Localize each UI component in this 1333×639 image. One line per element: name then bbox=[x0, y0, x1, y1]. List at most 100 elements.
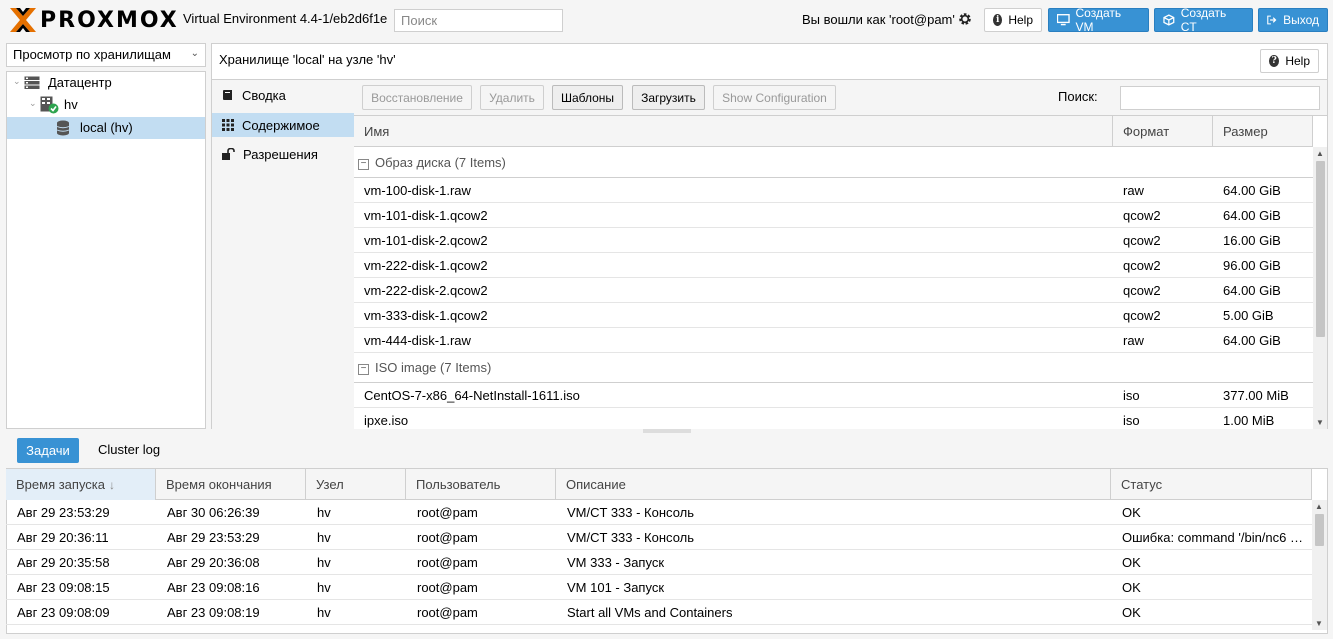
scroll-down-icon[interactable]: ▼ bbox=[1316, 418, 1324, 427]
cell-description: Start all VMs and Containers bbox=[567, 605, 733, 620]
tree-expander-icon[interactable]: ⌄ bbox=[13, 76, 21, 87]
show-configuration-button[interactable]: Show Configuration bbox=[713, 85, 836, 110]
table-row[interactable]: CentOS-7-x86_64-NetInstall-1611.iso iso … bbox=[354, 383, 1313, 408]
scroll-down-icon[interactable]: ▼ bbox=[1315, 619, 1323, 628]
logout-label: Выход bbox=[1283, 13, 1319, 27]
cell-name: vm-100-disk-1.raw bbox=[364, 183, 471, 198]
tree-item-label: Датацентр bbox=[48, 75, 112, 90]
column-name[interactable]: Имя bbox=[354, 116, 1113, 147]
task-row[interactable]: Авг 29 20:35:58 Авг 29 20:36:08 hv root@… bbox=[6, 550, 1312, 575]
tree-item-datacenter[interactable]: ⌄ Датацентр bbox=[7, 72, 205, 94]
create-vm-button[interactable]: Создать VM bbox=[1048, 6, 1149, 34]
table-row[interactable]: vm-100-disk-1.raw raw 64.00 GiB bbox=[354, 178, 1313, 203]
column-label: Время запуска bbox=[16, 477, 106, 492]
server-rack-icon bbox=[24, 76, 40, 89]
cell-size: 64.00 GiB bbox=[1223, 183, 1281, 198]
proxmox-x-icon bbox=[10, 8, 36, 32]
info-icon: i bbox=[993, 14, 1003, 26]
gear-icon[interactable] bbox=[958, 12, 972, 26]
collapse-icon[interactable]: − bbox=[358, 159, 369, 170]
cell-size: 64.00 GiB bbox=[1223, 283, 1281, 298]
scroll-up-icon[interactable]: ▲ bbox=[1315, 502, 1323, 511]
column-user[interactable]: Пользователь bbox=[406, 469, 556, 500]
scroll-thumb[interactable] bbox=[1315, 514, 1324, 546]
tab-cluster-log[interactable]: Cluster log bbox=[98, 442, 160, 457]
table-row[interactable]: vm-444-disk-1.raw raw 64.00 GiB bbox=[354, 328, 1313, 353]
cell-end: Авг 23 09:08:19 bbox=[167, 605, 260, 620]
cell-size: 64.00 GiB bbox=[1223, 333, 1281, 348]
tree-expander-icon[interactable]: ⌄ bbox=[29, 98, 37, 109]
column-format[interactable]: Формат bbox=[1113, 116, 1213, 147]
scroll-up-icon[interactable]: ▲ bbox=[1316, 149, 1324, 158]
cell-description: VM/CT 333 - Консоль bbox=[567, 505, 694, 520]
tasks-scrollbar[interactable]: ▲ ▼ bbox=[1312, 500, 1327, 630]
cell-name: vm-101-disk-2.qcow2 bbox=[364, 233, 488, 248]
table-row[interactable]: ipxe.iso iso 1.00 MiB bbox=[354, 408, 1313, 429]
global-search-input[interactable] bbox=[394, 9, 563, 32]
cell-node: hv bbox=[317, 580, 331, 595]
grid-search-input[interactable] bbox=[1120, 86, 1320, 110]
table-row[interactable]: vm-222-disk-1.qcow2 qcow2 96.00 GiB bbox=[354, 253, 1313, 278]
cell-status: Ошибка: command '/bin/nc6 -l -p 5900 -w … bbox=[1122, 530, 1307, 545]
delete-button[interactable]: Удалить bbox=[480, 85, 544, 110]
cell-node: hv bbox=[317, 605, 331, 620]
column-size[interactable]: Размер bbox=[1213, 116, 1313, 147]
cell-format: raw bbox=[1123, 333, 1144, 348]
cell-format: qcow2 bbox=[1123, 208, 1161, 223]
column-node[interactable]: Узел bbox=[306, 469, 406, 500]
create-ct-button[interactable]: Создать CT bbox=[1154, 6, 1253, 34]
content-help-label: Help bbox=[1285, 54, 1310, 68]
table-row[interactable]: vm-333-disk-1.qcow2 qcow2 5.00 GiB bbox=[354, 303, 1313, 328]
grid-icon bbox=[222, 119, 234, 131]
top-bar: PROXMOX Virtual Environment 4.4-1/eb2d6f… bbox=[0, 0, 1333, 40]
brand-name: PROXMOX bbox=[40, 7, 179, 33]
table-row[interactable]: vm-101-disk-2.qcow2 qcow2 16.00 GiB bbox=[354, 228, 1313, 253]
view-selector[interactable]: Просмотр по хранилищам ⌄ bbox=[6, 43, 206, 67]
upload-button[interactable]: Загрузить bbox=[632, 85, 705, 110]
page-title: Хранилище 'local' на узле 'hv' bbox=[219, 52, 396, 67]
column-status[interactable]: Статус bbox=[1111, 469, 1312, 500]
cell-user: root@pam bbox=[417, 605, 478, 620]
tree-item-node[interactable]: ⌄ hv bbox=[7, 94, 205, 116]
content-help-button[interactable]: ? Help bbox=[1260, 49, 1319, 73]
task-row[interactable]: Авг 23 09:08:09 Авг 23 09:08:19 hv root@… bbox=[6, 600, 1312, 625]
cell-format: iso bbox=[1123, 388, 1140, 403]
cell-description: VM 101 - Запуск bbox=[567, 580, 665, 595]
monitor-icon bbox=[1057, 14, 1070, 26]
cell-format: iso bbox=[1123, 413, 1140, 428]
help-button[interactable]: i Help bbox=[984, 8, 1042, 32]
cell-status: OK bbox=[1122, 605, 1141, 620]
tab-tasks[interactable]: Задачи bbox=[17, 438, 79, 463]
nav-summary[interactable]: Сводка bbox=[212, 83, 354, 107]
table-row[interactable]: vm-101-disk-1.qcow2 qcow2 64.00 GiB bbox=[354, 203, 1313, 228]
task-row[interactable]: Авг 29 23:53:29 Авг 30 06:26:39 hv root@… bbox=[6, 500, 1312, 525]
cell-node: hv bbox=[317, 555, 331, 570]
scroll-thumb[interactable] bbox=[1316, 161, 1325, 337]
group-header-iso-image[interactable]: − ISO image (7 Items) bbox=[354, 352, 1313, 383]
task-row[interactable]: Авг 23 09:08:15 Авг 23 09:08:16 hv root@… bbox=[6, 575, 1312, 600]
node-icon bbox=[40, 96, 59, 114]
version-label: Virtual Environment 4.4-1/eb2d6f1e bbox=[183, 11, 388, 26]
task-row[interactable]: Авг 29 20:36:11 Авг 29 23:53:29 hv root@… bbox=[6, 525, 1312, 550]
tree-item-storage-local[interactable]: local (hv) bbox=[7, 117, 205, 139]
cell-status: OK bbox=[1122, 580, 1141, 595]
view-selector-value: Просмотр по хранилищам bbox=[13, 47, 171, 62]
log-tabs bbox=[6, 433, 1328, 469]
create-ct-label: Создать CT bbox=[1180, 6, 1227, 34]
column-start-time[interactable]: Время запуска ↓ bbox=[6, 469, 156, 500]
group-header-disk-image[interactable]: − Образ диска (7 Items) bbox=[354, 147, 1313, 178]
table-row[interactable]: vm-222-disk-2.qcow2 qcow2 64.00 GiB bbox=[354, 278, 1313, 303]
cell-description: VM 333 - Запуск bbox=[567, 555, 665, 570]
restore-button[interactable]: Восстановление bbox=[362, 85, 472, 110]
column-end-time[interactable]: Время окончания bbox=[156, 469, 306, 500]
nav-permissions[interactable]: Разрешения bbox=[212, 142, 354, 166]
create-vm-label: Создать VM bbox=[1075, 6, 1122, 34]
collapse-icon[interactable]: − bbox=[358, 364, 369, 375]
nav-content[interactable]: Содержимое bbox=[212, 113, 354, 137]
chevron-down-icon[interactable]: ⌄ bbox=[191, 48, 199, 59]
logout-button[interactable]: Выход bbox=[1258, 8, 1328, 32]
column-description[interactable]: Описание bbox=[556, 469, 1111, 500]
grid-scrollbar[interactable]: ▲ ▼ bbox=[1313, 147, 1327, 429]
cell-format: raw bbox=[1123, 183, 1144, 198]
templates-button[interactable]: Шаблоны bbox=[552, 85, 623, 110]
